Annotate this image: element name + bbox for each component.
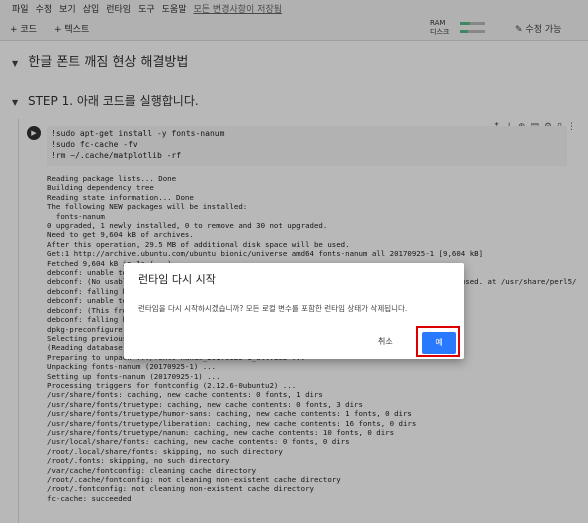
colab-app: 파일 수정 보기 삽입 런타임 도구 도움말 모든 변경사항이 저장됨 + 코드… <box>0 0 588 523</box>
highlight-box: 예 <box>416 326 460 357</box>
modal-overlay <box>0 0 588 523</box>
cancel-button[interactable]: 취소 <box>378 336 393 347</box>
restart-runtime-dialog: 런타임 다시 시작 런타임을 다시 시작하시겠습니까? 모든 로컬 변수를 포함… <box>124 263 464 359</box>
dialog-message: 런타임을 다시 시작하시겠습니까? 모든 로컬 변수를 포함한 런타임 상태가 … <box>138 304 408 313</box>
confirm-button[interactable]: 예 <box>422 332 456 354</box>
dialog-title: 런타임 다시 시작 <box>138 273 216 286</box>
